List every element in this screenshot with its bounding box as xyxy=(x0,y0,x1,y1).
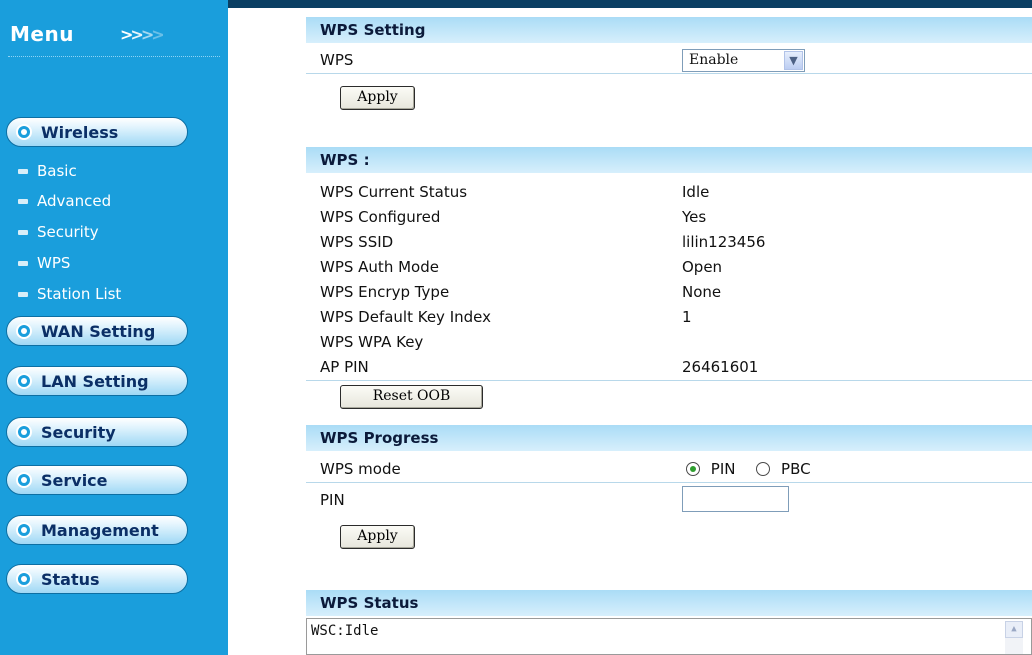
sidebar-group-label: Management xyxy=(41,521,159,540)
radio-pbc[interactable] xyxy=(756,462,771,476)
pin-label: PIN xyxy=(320,491,345,509)
sidebar: Menu >>>> Wireless Basic Advanced Securi… xyxy=(0,0,228,655)
sidebar-item-station-list[interactable]: Station List xyxy=(18,285,121,303)
info-row-default-key-index: WPS Default Key Index 1 xyxy=(320,308,692,326)
sidebar-group-label: Status xyxy=(41,570,100,589)
menu-title: Menu xyxy=(10,22,74,46)
wps-setting-apply-button[interactable]: Apply xyxy=(340,86,415,110)
bullet-icon xyxy=(18,292,28,297)
bullet-icon xyxy=(18,169,28,174)
sidebar-group-wireless[interactable]: Wireless xyxy=(6,117,188,147)
wps-progress-apply-button[interactable]: Apply xyxy=(340,525,415,549)
wps-progress-header: WPS Progress xyxy=(306,425,1032,451)
menu-divider xyxy=(8,56,220,57)
sidebar-item-wps[interactable]: WPS xyxy=(18,254,70,272)
sidebar-group-wan-setting[interactable]: WAN Setting xyxy=(6,316,188,346)
menu-arrows-icon: >>>> xyxy=(120,25,165,44)
wps-status-textarea[interactable]: WSC:Idle ▲ xyxy=(306,618,1032,655)
reset-oob-button[interactable]: Reset OOB xyxy=(340,385,483,409)
sidebar-group-status[interactable]: Status xyxy=(6,564,188,594)
info-row-auth-mode: WPS Auth Mode Open xyxy=(320,258,723,276)
pin-row: PIN xyxy=(306,488,1032,513)
info-row-wpa-key: WPS WPA Key xyxy=(320,333,424,351)
wps-mode-row: WPS mode PIN PBC xyxy=(306,457,1032,483)
sidebar-group-service[interactable]: Service xyxy=(6,465,188,495)
sidebar-group-label: WAN Setting xyxy=(41,322,156,341)
wps-label: WPS xyxy=(320,51,354,69)
chevron-down-icon[interactable]: ▼ xyxy=(784,51,803,70)
target-icon xyxy=(16,323,32,339)
target-icon xyxy=(16,571,32,587)
sidebar-group-label: Wireless xyxy=(41,123,119,142)
wps-mode-label: WPS mode xyxy=(320,460,401,478)
info-row-ap-pin: AP PIN 26461601 xyxy=(306,355,1032,381)
bullet-icon xyxy=(18,261,28,266)
target-icon xyxy=(16,522,32,538)
wps-status-header: WPS Status xyxy=(306,590,1032,616)
wps-info-header: WPS : xyxy=(306,147,1032,173)
wps-mode-options: PIN PBC xyxy=(686,460,811,478)
top-bar xyxy=(228,0,1032,8)
target-icon xyxy=(16,472,32,488)
sidebar-group-label: Security xyxy=(41,423,116,442)
wps-setting-header: WPS Setting xyxy=(306,17,1032,43)
sidebar-group-management[interactable]: Management xyxy=(6,515,188,545)
sidebar-item-security[interactable]: Security xyxy=(18,223,99,241)
wps-enable-row: WPS xyxy=(306,48,1032,74)
info-row-ssid: WPS SSID lilin123456 xyxy=(320,233,766,251)
target-icon xyxy=(16,124,32,140)
info-row-current-status: WPS Current Status Idle xyxy=(320,183,710,201)
sidebar-item-basic[interactable]: Basic xyxy=(18,162,77,180)
sidebar-group-security[interactable]: Security xyxy=(6,417,188,447)
sidebar-group-label: Service xyxy=(41,471,108,490)
sidebar-group-label: LAN Setting xyxy=(41,372,149,391)
scroll-up-icon[interactable]: ▲ xyxy=(1005,621,1023,638)
status-scrollbar[interactable]: ▲ xyxy=(1005,621,1023,654)
sidebar-item-advanced[interactable]: Advanced xyxy=(18,192,111,210)
info-row-encryp-type: WPS Encryp Type None xyxy=(320,283,722,301)
bullet-icon xyxy=(18,230,28,235)
wps-enable-select[interactable]: Enable ▼ xyxy=(682,49,805,72)
sidebar-group-lan-setting[interactable]: LAN Setting xyxy=(6,366,188,396)
info-row-configured: WPS Configured Yes xyxy=(320,208,707,226)
target-icon xyxy=(16,373,32,389)
pin-input[interactable] xyxy=(682,486,789,512)
target-icon xyxy=(16,424,32,440)
bullet-icon xyxy=(18,199,28,204)
radio-pin[interactable] xyxy=(686,462,700,476)
